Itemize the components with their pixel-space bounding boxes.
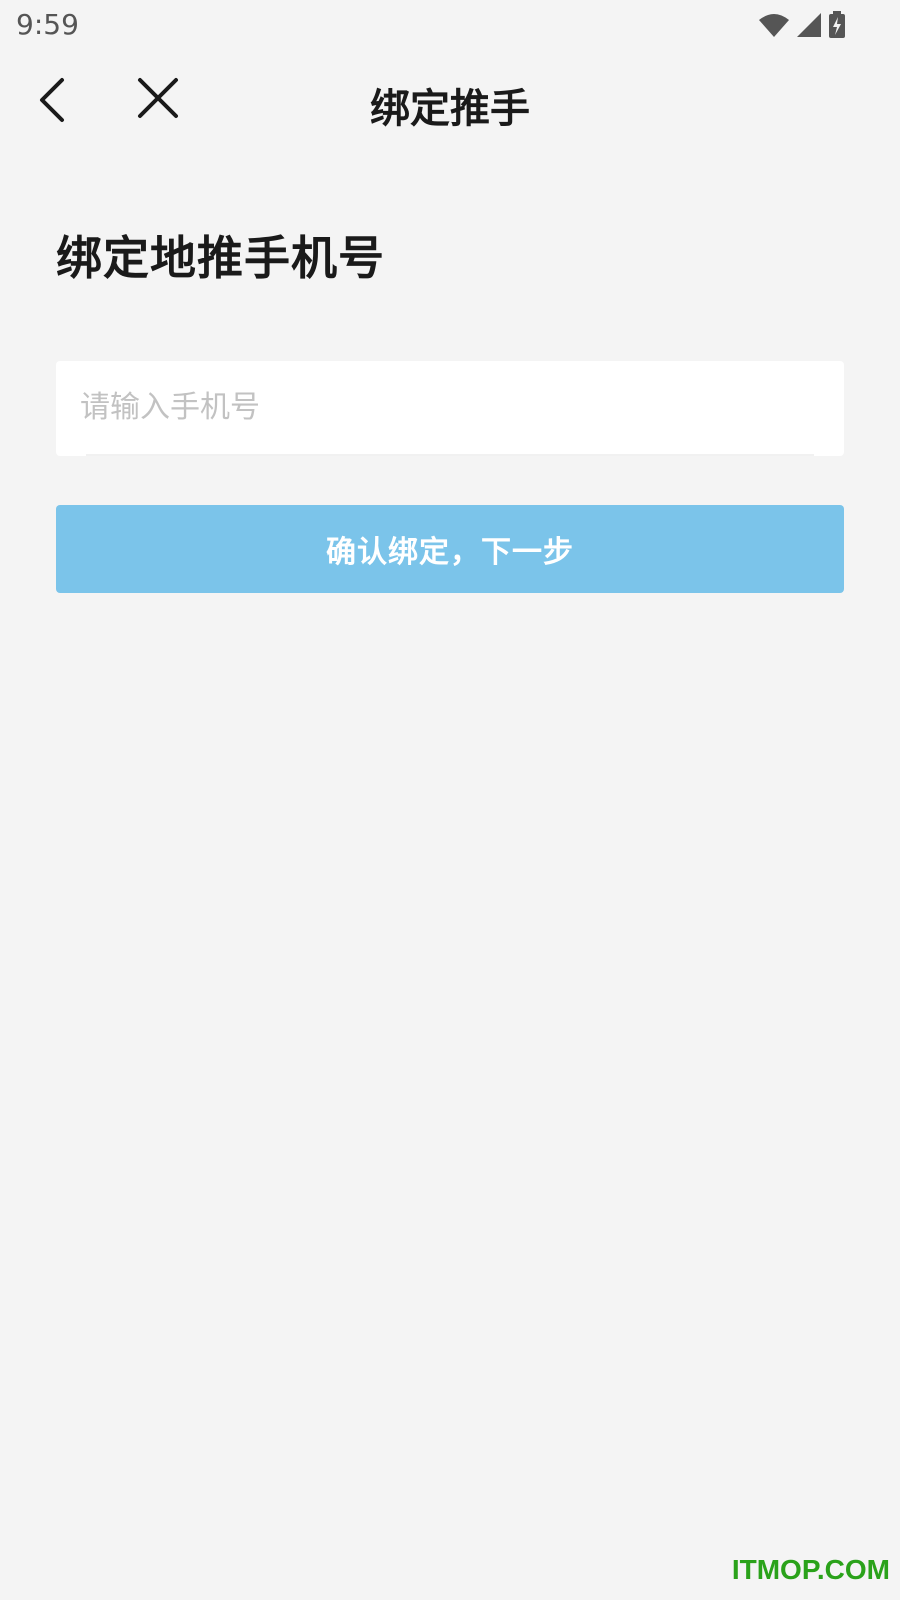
page-title: 绑定推手 (370, 86, 530, 132)
wifi-icon (759, 14, 789, 37)
confirm-bind-button[interactable]: 确认绑定，下一步 (56, 505, 844, 593)
battery-charging-icon (829, 11, 845, 38)
cellular-signal-icon (797, 13, 821, 37)
phone-input[interactable] (80, 361, 820, 454)
form-heading: 绑定地推手机号 (56, 231, 385, 285)
status-icons (758, 10, 846, 40)
phone-input-container (56, 361, 844, 456)
status-bar: 9:59 (0, 0, 900, 50)
input-underline (86, 454, 814, 456)
status-time: 9:59 (16, 8, 79, 41)
watermark: ITMOP.COM (731, 1554, 890, 1585)
nav-bar: 绑定推手 (0, 60, 900, 140)
